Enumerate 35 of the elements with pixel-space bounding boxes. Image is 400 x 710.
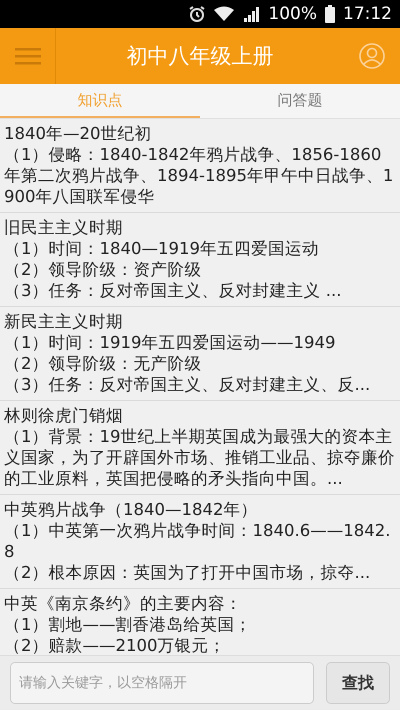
- item-text: （3）任务：反对帝国主义、反对封建主义 ...: [4, 280, 342, 301]
- knowledge-item[interactable]: 1840年—20世纪初 （1）侵略：1840-1842年鸦片战争、1856-1860年第二次鸦片战争、1894-1895年甲午中日战争、1900年八国联军侵华: [0, 119, 400, 213]
- search-field[interactable]: 请输入关键字，以空格隔开: [10, 662, 314, 704]
- user-icon: [359, 43, 385, 69]
- item-text: （1）时间：1840—1919年五四爱国运动: [4, 238, 320, 259]
- item-text: （2）根本原因：英国为了打开中国市场，掠夺...: [4, 562, 372, 583]
- header-title: 初中八年级上册: [126, 43, 274, 70]
- menu-icon: [14, 47, 40, 65]
- alarm-clock-icon: [188, 5, 206, 23]
- item-text: （1）时间：1919年五四爱国运动——1949: [4, 332, 336, 353]
- item-text: （1）侵略：1840-1842年鸦片战争、1856-1860年第二次鸦片战争、1894-1895年甲午中日战争、1900年八国联军侵华: [4, 144, 394, 207]
- item-text: （2）赔款——2100万银元；: [4, 635, 226, 655]
- item-text: （1）中英第一次鸦片战争时间：1840.6——1842.8: [4, 520, 392, 562]
- item-title: 中英《南京条约》的主要内容：: [4, 593, 243, 614]
- item-title: 林则徐虎门销烟: [4, 405, 124, 426]
- item-text: （2）领导阶级：无产阶级: [4, 353, 202, 374]
- tab[interactable]: 问答题: [200, 84, 400, 118]
- clock-time: 17:12: [343, 4, 392, 24]
- item-title: 1840年—20世纪初: [4, 123, 152, 144]
- knowledge-item[interactable]: 新民主主义时期 （1）时间：1919年五四爱国运动——1949 （2）领导阶级：无产阶级 （3）任务：反对帝国主义、反对封建主义、反...: [0, 307, 400, 401]
- knowledge-item[interactable]: 林则徐虎门销烟 （1）背景：19世纪上半期英国成为最强大的资本主义国家，为了开辟国外市场、推销工业品、掠夺廉价的工业原料，英国把侵略的矛头指向中国。...: [0, 401, 400, 495]
- item-title: 旧民主主义时期: [4, 217, 124, 238]
- battery-icon: [325, 5, 335, 23]
- item-text: （1）割地——割香港岛给英国；: [4, 614, 252, 635]
- item-text: （1）背景：19世纪上半期英国成为最强大的资本主义国家，为了开辟国外市场、推销工业品、掠夺廉价的工业原料，英国把侵略的矛头指向中国。...: [4, 426, 396, 489]
- signal-icon: [242, 5, 260, 23]
- item-title: 中英鸦片战争（1840—1842年）: [4, 499, 258, 520]
- battery-percent: 100%: [268, 4, 317, 24]
- wifi-icon: [214, 6, 234, 22]
- knowledge-item[interactable]: 旧民主主义时期 （1）时间：1840—1919年五四爱国运动 （2）领导阶级：资产阶级 （3）任务：反对帝国主义、反对封建主义 ...: [0, 213, 400, 307]
- item-text: （3）任务：反对帝国主义、反对封建主义、反...: [4, 374, 372, 395]
- search-button[interactable]: 查找: [326, 662, 390, 704]
- item-text: （2）领导阶级：资产阶级: [4, 259, 202, 280]
- knowledge-item[interactable]: 中英鸦片战争（1840—1842年） （1）中英第一次鸦片战争时间：1840.6——1842.8 （2）根本原因：英国为了打开中国市场，掠夺...: [0, 495, 400, 589]
- item-title: 新民主主义时期: [4, 311, 124, 332]
